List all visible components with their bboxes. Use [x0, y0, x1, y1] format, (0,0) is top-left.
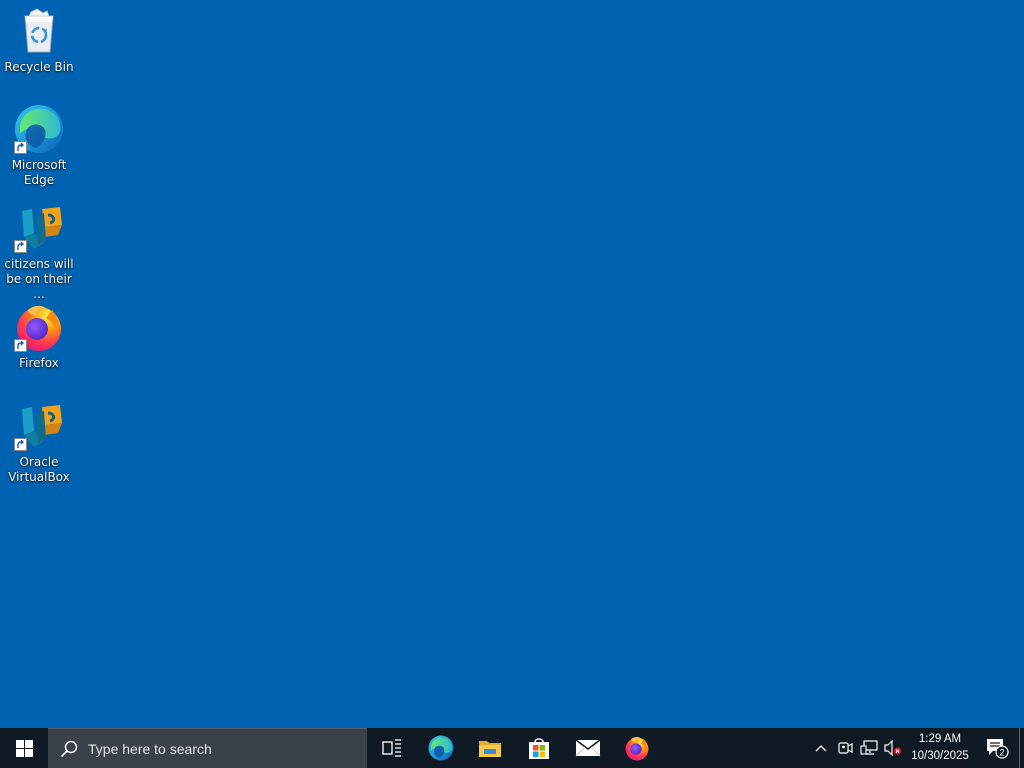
- virtualbox-icon-wrap: [14, 401, 64, 451]
- desktop-icon-label: Recycle Bin: [4, 60, 74, 74]
- windows-logo-icon: [15, 739, 33, 757]
- firefox-icon: [625, 736, 648, 761]
- firefox-icon-wrap: [14, 302, 64, 352]
- folder-icon: [478, 741, 501, 757]
- system-tray: 1:29 AM 10/30/2025 2: [809, 728, 1024, 768]
- shortcut-arrow-icon: [14, 438, 27, 451]
- taskbar-firefox[interactable]: [612, 728, 661, 768]
- desktop-icon-oracle-virtualbox[interactable]: Oracle VirtualBox: [0, 401, 78, 485]
- notification-count: 2: [999, 748, 1004, 758]
- desktop-icon-label: citizens will be on their ...: [4, 257, 74, 301]
- show-desktop-button[interactable]: [1019, 728, 1024, 768]
- shortcut-arrow-icon: [14, 141, 27, 154]
- clock-time: 1:29 AM: [918, 733, 962, 745]
- action-center-button[interactable]: 2: [975, 728, 1019, 768]
- network-icon: [860, 740, 878, 755]
- virtualbox-icon-wrap: [14, 203, 64, 253]
- desktop-icon-recycle-bin[interactable]: Recycle Bin: [0, 6, 78, 75]
- notification-icon: 2: [987, 739, 1009, 759]
- desktop-icon-label: Oracle VirtualBox: [8, 455, 70, 484]
- desktop-icon-citizens[interactable]: citizens will be on their ...: [0, 203, 78, 302]
- taskbar: Type here to search 1:29 AM 10/30/2025 2: [0, 728, 1024, 768]
- recycle-bin-icon: [14, 6, 64, 56]
- search-placeholder: Type here to search: [88, 740, 212, 757]
- taskbar-file-explorer[interactable]: [465, 728, 514, 768]
- desktop[interactable]: Recycle Bin Microsoft Edge citizens will…: [0, 0, 1024, 728]
- tray-meet-now[interactable]: [833, 728, 857, 768]
- taskbar-clock[interactable]: 1:29 AM 10/30/2025: [905, 728, 975, 768]
- edge-icon: [428, 735, 453, 761]
- store-icon: [528, 738, 549, 759]
- clock-date: 10/30/2025: [911, 750, 969, 762]
- start-button[interactable]: [0, 728, 48, 768]
- tray-volume[interactable]: [881, 728, 905, 768]
- mail-icon: [575, 739, 600, 757]
- shortcut-arrow-icon: [14, 339, 27, 352]
- meet-now-icon: [838, 742, 853, 754]
- taskbar-edge[interactable]: [416, 728, 465, 768]
- taskbar-task-view[interactable]: [367, 728, 416, 768]
- tray-network[interactable]: [857, 728, 881, 768]
- desktop-icon-label: Firefox: [19, 356, 59, 370]
- chevron-up-icon: [815, 745, 827, 752]
- taskbar-microsoft-store[interactable]: [514, 728, 563, 768]
- taskbar-search-box[interactable]: Type here to search: [48, 728, 367, 768]
- search-icon: [60, 740, 78, 757]
- task-view-icon: [381, 739, 401, 757]
- desktop-icon-firefox[interactable]: Firefox: [0, 302, 78, 371]
- taskbar-mail[interactable]: [563, 728, 612, 768]
- volume-muted-icon: [884, 740, 902, 756]
- desktop-icon-microsoft-edge[interactable]: Microsoft Edge: [0, 104, 78, 188]
- show-hidden-icons-button[interactable]: [809, 728, 833, 768]
- edge-icon-wrap: [14, 104, 64, 154]
- shortcut-arrow-icon: [14, 240, 27, 253]
- desktop-icon-label: Microsoft Edge: [11, 158, 67, 187]
